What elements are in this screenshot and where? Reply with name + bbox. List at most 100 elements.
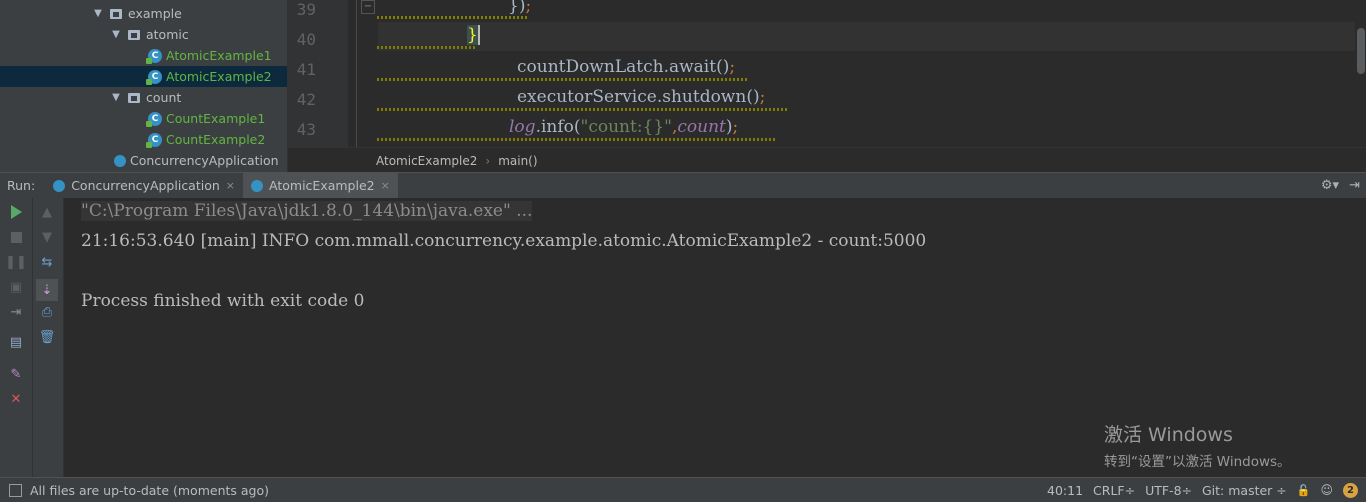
code-line-40: } [467, 25, 480, 45]
code-token: countDownLatch. [517, 57, 669, 77]
code-token: executorService. [517, 87, 663, 107]
warning-underline [377, 46, 477, 49]
folder-icon [128, 92, 140, 103]
editor-scrollbar[interactable] [1357, 28, 1365, 74]
tree-item-label: AtomicExample2 [166, 69, 272, 84]
tree-item-label: CountExample1 [166, 111, 266, 126]
close-icon[interactable]: ✕ [8, 391, 24, 407]
status-message: All files are up-to-date (moments ago) [30, 482, 269, 498]
arrow-up-icon[interactable]: ▲ [39, 204, 55, 220]
run-tool-window-header: Run: ConcurrencyApplication × AtomicExam… [0, 172, 1366, 199]
tree-item-countexample1[interactable]: C CountExample1 [0, 108, 287, 129]
pin-icon[interactable]: ✎ [8, 366, 24, 382]
line-number-gutter: 39 40 41 42 43 [288, 0, 348, 147]
tree-item-label: ConcurrencyApplication [130, 153, 279, 168]
run-tab-atomicexample2[interactable]: AtomicExample2 × [243, 173, 398, 198]
close-icon[interactable]: × [226, 179, 235, 192]
inspector-icon[interactable]: ☺ [1320, 483, 1333, 497]
watermark-subtitle: 转到“设置”以激活 Windows。 [1104, 454, 1291, 470]
java-class-icon: C [146, 48, 162, 64]
tree-item-atomicexample2[interactable]: C AtomicExample2 [0, 66, 287, 87]
fold-guide [356, 0, 357, 147]
line-number: 42 [296, 90, 316, 109]
expand-triangle-icon[interactable]: ▼ [110, 92, 122, 103]
java-class-icon: C [146, 69, 162, 85]
java-class-icon [251, 179, 264, 192]
project-tree: ▼ example ▼ atomic C AtomicExample1 C At… [0, 0, 287, 172]
spring-app-icon [114, 154, 126, 167]
code-line-39: }); [508, 0, 531, 16]
code-token: () [746, 87, 760, 107]
expand-triangle-icon[interactable]: ▼ [110, 29, 122, 40]
run-tab-label: AtomicExample2 [269, 178, 375, 193]
git-branch[interactable]: Git: master ÷ [1202, 483, 1287, 498]
code-token: log [509, 117, 536, 137]
expand-triangle-icon[interactable]: ▼ [92, 8, 104, 19]
tree-item-count[interactable]: ▼ count [0, 87, 287, 108]
code-token: await [668, 57, 717, 77]
print-icon[interactable]: ⎙ [39, 304, 55, 320]
tree-item-countexample2[interactable]: C CountExample2 [0, 129, 287, 150]
hide-panel-icon[interactable]: ⇥ [1349, 178, 1360, 193]
line-number: 41 [296, 60, 316, 79]
tree-item-concurrencyapplication[interactable]: ConcurrencyApplication [0, 150, 287, 171]
tree-item-atomic[interactable]: ▼ atomic [0, 24, 287, 45]
caret-position[interactable]: 40:11 [1047, 483, 1083, 498]
java-class-icon: C [146, 132, 162, 148]
clear-all-icon[interactable]: 🗑 [39, 329, 56, 345]
matched-brace: } [467, 25, 480, 45]
code-line-42: executorService.shutdown(); [517, 87, 765, 107]
breadcrumb-separator-icon: › [485, 153, 491, 168]
settings-gear-icon[interactable]: ⚙▾ [1321, 178, 1339, 193]
line-number: 40 [296, 30, 316, 49]
spring-app-icon [53, 179, 66, 192]
pause-icon[interactable]: ❚❚ [5, 254, 27, 270]
lock-icon[interactable]: 🔓 [1297, 484, 1311, 497]
tree-item-label: CountExample2 [166, 132, 266, 147]
soft-wrap-icon[interactable]: ⇆ [39, 254, 55, 270]
code-line-43: log.info("count:{}",count); [509, 117, 738, 137]
breadcrumb-class[interactable]: AtomicExample2 [376, 154, 477, 168]
windows-activation-watermark: 激活 Windows 转到“设置”以激活 Windows。 [1104, 420, 1291, 470]
layout-icon[interactable]: ▤ [8, 334, 24, 350]
line-number: 39 [296, 0, 316, 19]
code-token: ; [525, 0, 532, 16]
stop-icon[interactable] [8, 229, 24, 245]
file-encoding[interactable]: UTF-8÷ [1145, 483, 1192, 498]
code-token: }) [508, 0, 526, 16]
notifications-badge[interactable]: 2 [1343, 482, 1358, 498]
code-token: count [677, 117, 726, 137]
code-editor[interactable]: 39 40 41 42 43 − }); } countDownLatch.aw… [287, 0, 1366, 147]
scroll-to-end-icon[interactable]: ⇣ [36, 279, 58, 301]
console-log-line: 21:16:53.640 [main] INFO com.mmall.concu… [81, 231, 927, 251]
tree-item-label: example [128, 6, 182, 21]
warning-underline [377, 138, 777, 141]
rerun-icon[interactable] [8, 204, 24, 220]
tree-item-atomicexample1[interactable]: C AtomicExample1 [0, 45, 287, 66]
run-toolbar: ❚❚ ▣ ⇥ ▤ ✎ ✕ [0, 198, 33, 477]
arrow-down-icon[interactable]: ▼ [39, 229, 55, 245]
tree-item-label: AtomicExample1 [166, 48, 272, 63]
tree-item-example[interactable]: ▼ example [0, 3, 287, 24]
close-icon[interactable]: × [381, 179, 390, 192]
code-token: () [716, 57, 730, 77]
tree-item-label: count [146, 90, 182, 105]
run-label: Run: [7, 178, 36, 193]
current-line-highlight [378, 22, 1355, 51]
code-token: ; [732, 117, 739, 137]
warning-underline [377, 16, 527, 19]
fold-collapse-icon[interactable]: − [361, 0, 375, 14]
tool-windows-icon[interactable] [9, 483, 22, 497]
console-toolbar: ▲ ▼ ⇆ ⇣ ⎙ 🗑 [33, 198, 64, 477]
code-token: ) [725, 117, 733, 137]
tree-item-label: atomic [146, 27, 189, 42]
code-token: shutdown [662, 87, 747, 107]
status-bar: All files are up-to-date (moments ago) 4… [0, 477, 1366, 502]
breadcrumb-method[interactable]: main() [498, 154, 537, 168]
dump-threads-icon[interactable]: ▣ [8, 279, 24, 295]
run-tab-concurrencyapplication[interactable]: ConcurrencyApplication × [45, 173, 243, 198]
exit-icon[interactable]: ⇥ [8, 304, 24, 320]
line-separator[interactable]: CRLF÷ [1093, 483, 1135, 498]
console-command-line: "C:\Program Files\Java\jdk1.8.0_144\bin\… [81, 201, 533, 221]
warning-underline [377, 108, 787, 111]
